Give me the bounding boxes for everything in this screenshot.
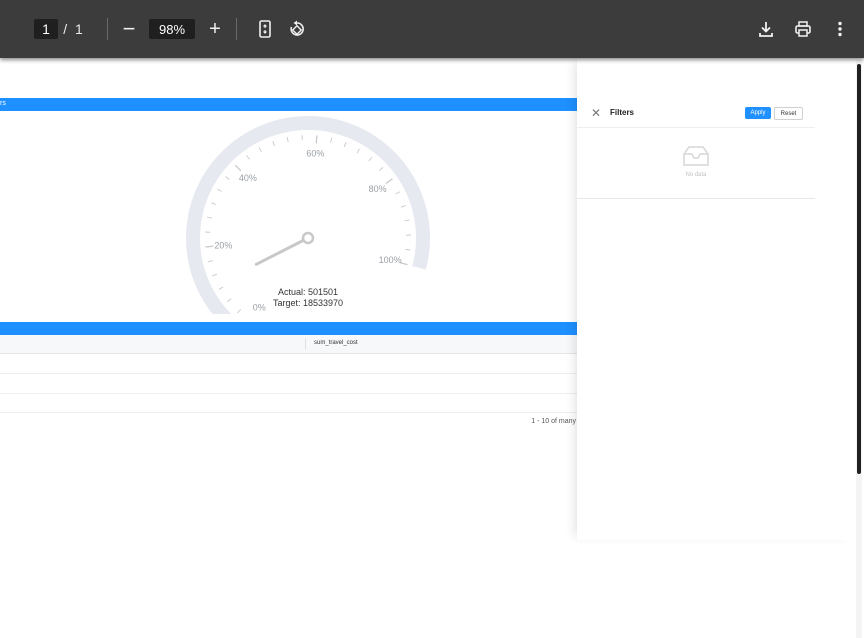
gauge-tick (315, 135, 318, 144)
gauge-tick (234, 164, 242, 172)
gauge-tick (207, 216, 213, 219)
gauge-tick (404, 219, 410, 222)
download-icon[interactable] (754, 17, 778, 41)
gauge-tick (205, 245, 214, 248)
zoom-level-input[interactable]: 98% (149, 19, 195, 39)
gauge-label-100: 100% (379, 255, 402, 265)
gauge-tick (356, 148, 360, 154)
page-separator: / (63, 21, 68, 37)
filters-drawer: ✕ Filters Apply Reset No data (577, 58, 853, 540)
more-options-icon[interactable] (828, 17, 852, 41)
gauge-tick (395, 191, 401, 195)
gauge-label-20: 20% (214, 240, 232, 250)
table-header: sum_travel_cost (0, 335, 578, 354)
table-title-bar (0, 322, 578, 335)
gauge-tick (286, 137, 289, 143)
empty-state-text: No data (685, 172, 707, 178)
gauge-tick (207, 260, 213, 263)
gauge-tick (218, 286, 224, 290)
column-header-sum-travel-cost[interactable]: sum_travel_cost (314, 340, 358, 346)
gauge-needle (254, 236, 310, 266)
gauge-tick (212, 273, 218, 277)
chart-title-bar-label: rs (0, 100, 6, 107)
toolbar-divider (236, 18, 237, 40)
reset-button[interactable]: Reset (774, 107, 803, 120)
gauge-hub (301, 231, 315, 245)
inbox-icon (681, 144, 711, 173)
gauge-tick (385, 178, 393, 185)
gauge-tick (272, 141, 275, 147)
zoom-in-button[interactable]: + (204, 18, 226, 40)
gauge-tick (211, 202, 217, 205)
table-row (0, 393, 578, 413)
column-divider (305, 338, 306, 350)
chart-title-bar: rs (0, 98, 578, 111)
pdf-toolbar: 1 / 1 − 98% + (0, 0, 864, 58)
pagination-text: 1 - 10 of many (531, 418, 576, 425)
filters-title: Filters (610, 108, 635, 117)
gauge-chart: 0% 20% 40% 60% 80% 100% Actual: 501501 T… (150, 114, 470, 338)
gauge-tick (405, 248, 411, 251)
gauge-tick (236, 308, 242, 314)
table-row (0, 354, 578, 374)
rotate-icon[interactable] (285, 17, 309, 41)
toolbar-divider (107, 18, 108, 40)
gauge-tick (400, 205, 406, 208)
pdf-page: rs 0% 20% 40% 60% 80% 100% Actual: 50150… (0, 58, 853, 638)
gauge-tick (378, 166, 384, 172)
drawer-divider (577, 198, 815, 199)
gauge-svg: 0% 20% 40% 60% 80% 100% Actual: 501501 T… (186, 116, 430, 338)
gauge-tick (246, 155, 250, 160)
gauge-label-0: 0% (253, 303, 266, 313)
gauge-target-value: Target: 18533970 (273, 298, 343, 308)
print-icon[interactable] (791, 17, 815, 41)
page-count: / 1 (58, 19, 88, 39)
gauge-tick (368, 156, 373, 162)
gauge-label-40: 40% (239, 173, 257, 183)
gauge-tick (343, 142, 347, 148)
table-row (0, 374, 578, 394)
gauge-label-60: 60% (306, 148, 324, 158)
gauge-tick (226, 298, 232, 303)
page-total: 1 (74, 21, 83, 37)
close-icon[interactable]: ✕ (591, 107, 603, 119)
apply-button[interactable]: Apply (745, 107, 771, 119)
gauge-label-80: 80% (369, 184, 387, 194)
zoom-out-button[interactable]: − (118, 18, 140, 40)
drawer-divider (577, 127, 815, 128)
gauge-actual-value: Actual: 501501 (278, 287, 338, 297)
gauge-tick (217, 188, 222, 192)
gauge-tick (225, 176, 230, 180)
gauge-tick (330, 137, 333, 143)
gauge-tick (258, 147, 262, 152)
page-number-input[interactable]: 1 (34, 19, 58, 39)
fit-page-icon[interactable] (253, 17, 277, 41)
scrollbar-thumb[interactable] (857, 64, 861, 474)
